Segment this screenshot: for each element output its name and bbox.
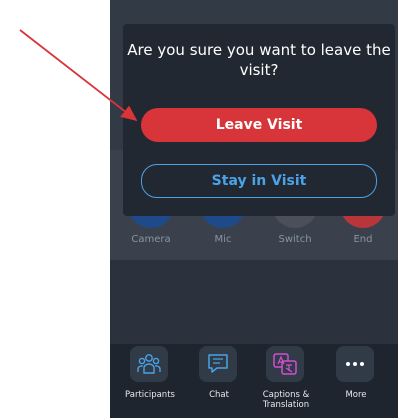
annotation-arrow xyxy=(19,29,138,122)
